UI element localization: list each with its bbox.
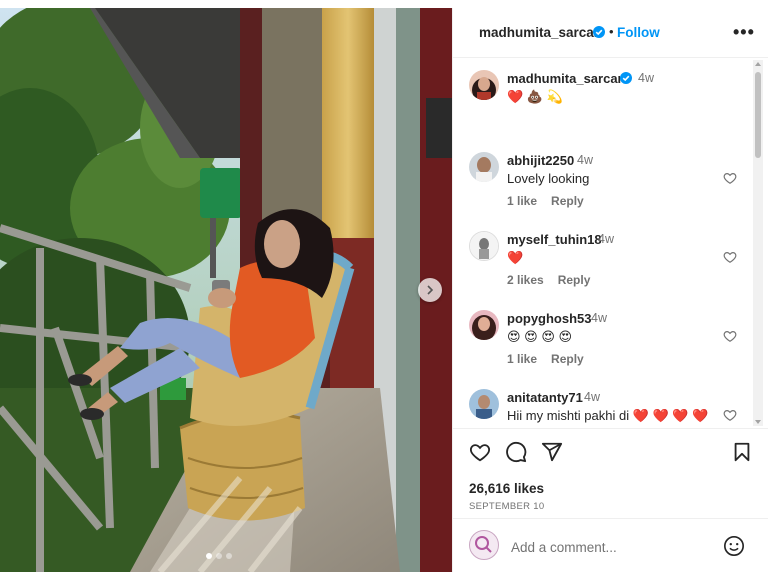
post-date[interactable]: SEPTEMBER 10 xyxy=(469,501,544,512)
comment-like-heart-icon[interactable] xyxy=(723,408,737,422)
current-user-avatar[interactable] xyxy=(469,530,499,560)
comment-input[interactable] xyxy=(509,536,713,558)
comments-list[interactable]: madhumita_sarcar 4w ❤️ 💩 💫 abhijit2250 4… xyxy=(453,58,768,428)
comment-likes[interactable]: 2 likes xyxy=(507,273,544,287)
reply-button[interactable]: Reply xyxy=(558,273,591,287)
comment-like-heart-icon[interactable] xyxy=(723,329,737,343)
photo-illustration xyxy=(0,8,452,572)
scrollbar-thumb[interactable] xyxy=(755,72,761,158)
bookmark-icon[interactable] xyxy=(731,441,753,463)
comment-text: Lovely looking xyxy=(507,171,590,186)
reply-button[interactable]: Reply xyxy=(551,194,584,208)
carousel-dot xyxy=(206,553,212,559)
post-modal: madhumita_sarcar • Follow ••• madhumita_… xyxy=(0,8,768,572)
share-icon[interactable] xyxy=(541,441,563,463)
avatar[interactable] xyxy=(469,152,499,182)
comment-timestamp[interactable]: 4w xyxy=(577,153,593,167)
heart-icon[interactable] xyxy=(469,441,491,463)
emoji-icon[interactable] xyxy=(723,535,745,557)
more-options-icon[interactable]: ••• xyxy=(733,22,755,43)
comment-timestamp[interactable]: 4w xyxy=(598,232,614,246)
verified-badge-icon xyxy=(593,26,605,38)
carousel-dots xyxy=(206,553,232,559)
caption-username[interactable]: madhumita_sarcar xyxy=(507,71,623,86)
comment-meta: 2 likes Reply xyxy=(507,273,604,287)
follow-button[interactable]: Follow xyxy=(617,25,660,40)
avatar[interactable] xyxy=(469,389,499,419)
comment-text: 😍 😍 😍 😍 xyxy=(507,329,573,344)
header-separator: • xyxy=(609,24,614,39)
next-slide-button[interactable] xyxy=(418,278,442,302)
caption-text: ❤️ 💩 💫 xyxy=(507,89,563,104)
comments-scrollbar[interactable] xyxy=(753,60,763,426)
avatar[interactable] xyxy=(469,70,499,100)
reply-button[interactable]: Reply xyxy=(551,352,584,366)
post-side-panel: madhumita_sarcar • Follow ••• madhumita_… xyxy=(452,8,768,572)
post-header: madhumita_sarcar • Follow ••• xyxy=(453,8,768,58)
comment-likes[interactable]: 1 like xyxy=(507,194,537,208)
verified-badge-icon xyxy=(620,72,632,84)
comment-like-heart-icon[interactable] xyxy=(723,250,737,264)
comment-like-heart-icon[interactable] xyxy=(723,171,737,185)
chevron-right-icon xyxy=(427,285,434,295)
comment-text: Hii my mishti pakhi di ❤️ ❤️ ❤️ ❤️ xyxy=(507,408,709,423)
comment-timestamp[interactable]: 4w xyxy=(584,390,600,404)
avatar[interactable] xyxy=(469,310,499,340)
user-avatar-icon xyxy=(475,536,492,553)
comment-username[interactable]: popyghosh53 xyxy=(507,311,592,326)
scroll-up-arrow[interactable] xyxy=(755,62,761,66)
scroll-down-arrow[interactable] xyxy=(755,420,761,424)
author-username[interactable]: madhumita_sarcar xyxy=(479,25,599,40)
comment-composer xyxy=(453,518,768,572)
caption-timestamp[interactable]: 4w xyxy=(638,71,654,85)
likes-count[interactable]: 26,616 likes xyxy=(469,481,544,496)
comment-text: ❤️ xyxy=(507,250,524,265)
comment-timestamp[interactable]: 4w xyxy=(591,311,607,325)
post-photo[interactable] xyxy=(0,8,452,572)
comment-likes[interactable]: 1 like xyxy=(507,352,537,366)
comment-username[interactable]: myself_tuhin18 xyxy=(507,232,602,247)
post-actions: 26,616 likes SEPTEMBER 10 xyxy=(453,428,768,518)
comment-meta: 1 like Reply xyxy=(507,352,598,366)
carousel-dot xyxy=(226,553,232,559)
avatar[interactable] xyxy=(469,231,499,261)
comment-meta: 1 like Reply xyxy=(507,194,598,208)
comment-icon[interactable] xyxy=(505,441,527,463)
carousel-dot xyxy=(216,553,222,559)
comment-username[interactable]: abhijit2250 xyxy=(507,153,574,168)
comment-username[interactable]: anitatanty71 xyxy=(507,390,583,405)
